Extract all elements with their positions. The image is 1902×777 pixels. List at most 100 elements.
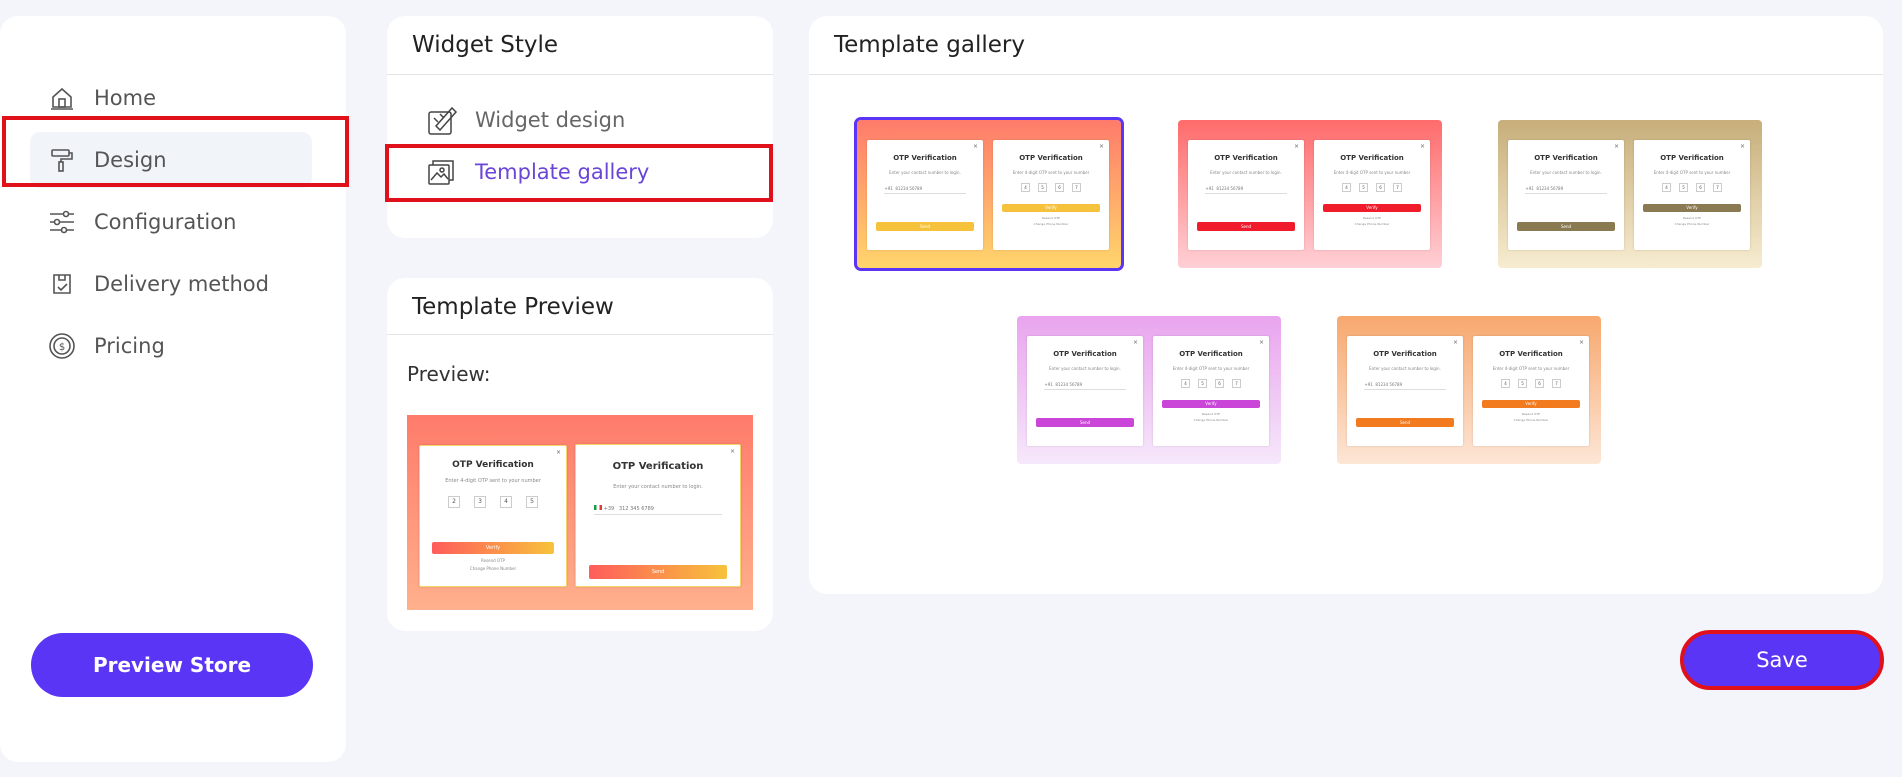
preview-phone-field: +39 312 345 6789 [594, 504, 722, 515]
close-icon: × [1739, 143, 1745, 150]
otp-digit: 7 [1072, 183, 1081, 192]
otp-digit: 7 [1552, 379, 1561, 388]
mini-title: OTP Verification [1214, 154, 1278, 162]
mini-subtitle: Enter your contact number to login. [1210, 170, 1282, 175]
mini-send-button: Send [1356, 418, 1454, 427]
sidebar-item-label: Pricing [94, 334, 165, 358]
close-icon: × [1132, 339, 1138, 346]
mini-phone-code: +91 [1205, 186, 1214, 191]
mini-panel-login: × OTP Verification Enter your contact nu… [1027, 336, 1143, 446]
preview-change: Change Phone Number [469, 566, 517, 571]
otp-digit: 6 [1215, 379, 1224, 388]
mini-subtitle: Enter 4-digit OTP sent to your number [1012, 170, 1090, 175]
close-icon: × [729, 448, 735, 455]
preview-store-button[interactable]: Preview Store [31, 633, 313, 697]
mini-phone: 81234 56789 [1375, 382, 1403, 387]
preview-send-button: Send [589, 565, 727, 579]
mini-change: Change Phone Number [1354, 222, 1390, 226]
preview-phone-code: +39 [603, 506, 615, 512]
design-highlight-box [2, 116, 349, 187]
otp-digit: 7 [1713, 183, 1722, 192]
template-thumbnail-coral[interactable]: × OTP Verification Enter your contact nu… [1178, 120, 1442, 268]
template-thumbnail-sunset[interactable]: × OTP Verification Enter your contact nu… [854, 117, 1124, 271]
preview-otp-panel-left: × OTP Verification Enter 4-digit OTP sen… [419, 445, 567, 587]
mini-panel-login: × OTP Verification Enter your contact nu… [1188, 140, 1304, 250]
mini-digit-boxes: 4 5 6 7 [1634, 183, 1750, 192]
mini-subtitle: Enter 4-digit OTP sent to your number [1653, 170, 1731, 175]
preview-right-subtitle: Enter your contact number to login. [613, 484, 703, 490]
otp-digit: 3 [474, 496, 486, 508]
mini-title: OTP Verification [1340, 154, 1404, 162]
template-thumbnail-lilac[interactable]: × OTP Verification Enter your contact nu… [1017, 316, 1281, 464]
save-button[interactable]: Save [1680, 630, 1884, 690]
close-icon: × [1452, 339, 1458, 346]
mini-send-button: Send [1517, 222, 1615, 231]
sidebar-item-configuration[interactable]: Configuration [30, 194, 312, 250]
preview-otp-panel-right: × OTP Verification Enter your contact nu… [575, 444, 741, 587]
mini-phone: 81234 56789 [1536, 186, 1564, 191]
mini-resend: Resend OTP [1363, 216, 1381, 220]
mini-digit-boxes: 4 5 6 7 [1314, 183, 1430, 192]
close-icon: × [1419, 143, 1425, 150]
close-icon: × [555, 449, 561, 456]
mini-digit-boxes: 4 5 6 7 [993, 183, 1109, 192]
sidebar-item-label: Delivery method [94, 272, 269, 296]
template-thumbnail-sand[interactable]: × OTP Verification Enter your contact nu… [1498, 120, 1762, 268]
mini-subtitle: Enter your contact number to login. [1530, 170, 1602, 175]
otp-digit: 7 [1393, 183, 1402, 192]
sidebar-item-delivery-method[interactable]: Delivery method [30, 256, 312, 312]
otp-digit: 5 [1359, 183, 1368, 192]
otp-digit: 4 [1501, 379, 1510, 388]
mini-subtitle: Enter your contact number to login. [1369, 366, 1441, 371]
preview-right-title: OTP Verification [612, 461, 704, 472]
otp-digit: 5 [1198, 379, 1207, 388]
widget-style-title: Widget Style [412, 32, 559, 58]
mini-panel-login: × OTP Verification Enter your contact nu… [867, 140, 983, 250]
sidebar-item-label: Configuration [94, 210, 237, 234]
mini-title: OTP Verification [893, 154, 957, 162]
preview-resend: Resend OTP [481, 558, 505, 563]
menu-item-label: Widget design [475, 108, 626, 132]
template-preview-card: Template Preview Preview: × OTP Verifica… [387, 278, 773, 631]
divider [387, 334, 773, 335]
otp-digit: 4 [1021, 183, 1030, 192]
menu-item-widget-design[interactable]: Widget design [425, 98, 625, 142]
otp-digit: 5 [526, 496, 538, 508]
sliders-icon [48, 208, 76, 236]
preview-left-title: OTP Verification [452, 460, 534, 470]
mini-verify-button: Verify [1482, 400, 1580, 408]
preview-image: × OTP Verification Enter 4-digit OTP sen… [407, 415, 753, 610]
mini-phone-code: +91 [1364, 382, 1373, 387]
mini-digit-boxes: 4 5 6 7 [1473, 379, 1589, 388]
template-gallery-highlight-box [385, 144, 773, 202]
preview-digit-boxes: 2 3 4 5 [420, 496, 566, 508]
mini-phone-field: +91 81234 56789 [1364, 379, 1446, 390]
mini-phone-field: +91 81234 56789 [1205, 183, 1287, 194]
template-thumbnail-peach[interactable]: × OTP Verification Enter your contact nu… [1337, 316, 1601, 464]
flag-icon [594, 505, 603, 510]
mini-phone-field: +91 81234 56789 [884, 183, 966, 194]
widget-style-card: Widget Style Widget design Template gall… [387, 16, 773, 238]
close-icon: × [972, 143, 978, 150]
mini-panel-otp: × OTP Verification Enter 4-digit OTP sen… [1634, 140, 1750, 250]
mini-title: OTP Verification [1660, 154, 1724, 162]
mini-title: OTP Verification [1373, 350, 1437, 358]
template-gallery-card: Template gallery × OTP Verification Ente… [809, 16, 1883, 594]
mini-change: Change Phone Number [1033, 222, 1069, 226]
mini-change: Change Phone Number [1674, 222, 1710, 226]
mini-subtitle: Enter 4-digit OTP sent to your number [1172, 366, 1250, 371]
otp-digit: 5 [1038, 183, 1047, 192]
sidebar-item-pricing[interactable]: $ Pricing [30, 318, 312, 374]
package-check-icon [48, 270, 76, 298]
mini-panel-otp: × OTP Verification Enter 4-digit OTP sen… [1473, 336, 1589, 446]
mini-phone-code: +91 [884, 186, 893, 191]
mini-send-button: Send [876, 222, 974, 231]
mini-send-button: Send [1197, 222, 1295, 231]
otp-digit: 5 [1518, 379, 1527, 388]
svg-text:$: $ [59, 342, 65, 353]
template-gallery-title: Template gallery [834, 32, 1025, 58]
mini-verify-button: Verify [1643, 204, 1741, 212]
mini-title: OTP Verification [1019, 154, 1083, 162]
mini-panel-login: × OTP Verification Enter your contact nu… [1508, 140, 1624, 250]
mini-subtitle: Enter 4-digit OTP sent to your number [1492, 366, 1570, 371]
